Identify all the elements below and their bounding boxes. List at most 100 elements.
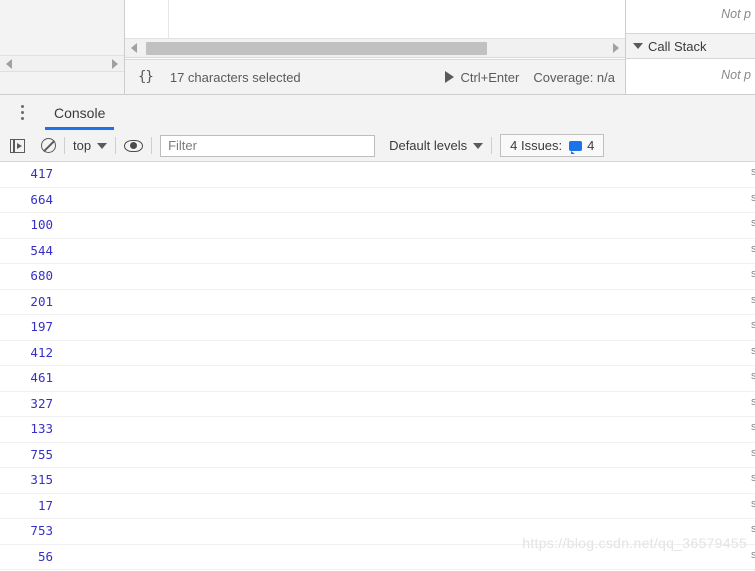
console-message-value: 461 [30, 370, 53, 385]
console-message-source-link[interactable]: s [751, 421, 755, 433]
code-line[interactable]: 39for(let i=0;i<19;i++) console.log(rand… [125, 19, 625, 38]
code-line[interactable]: 38 [125, 0, 625, 19]
devtools-top-region: 38 39for(let i=0;i<19;i++) console.log(r… [0, 0, 755, 94]
console-message-row[interactable]: 461 s [0, 366, 755, 392]
log-levels-selector[interactable]: Default levels [389, 138, 484, 153]
console-message-source-link[interactable]: s [751, 447, 755, 459]
console-message-row[interactable]: 197 s [0, 315, 755, 341]
console-message-source-link[interactable]: s [751, 319, 755, 331]
console-message-value: 56 [37, 548, 53, 564]
console-message-row[interactable]: 664 s [0, 188, 755, 213]
execution-context-selector[interactable]: top [73, 138, 108, 153]
console-message-row[interactable]: 56 s [0, 545, 755, 570]
console-message-value: 197 [30, 319, 53, 334]
editor-status-bar: {} 17 characters selected Ctrl+Enter Cov… [125, 59, 625, 94]
call-stack-section-header[interactable]: Call Stack [626, 33, 755, 59]
console-message-source-link[interactable]: s [751, 166, 755, 178]
console-message-value: 201 [30, 293, 53, 309]
live-expression-eye-icon[interactable] [124, 139, 144, 152]
debugger-sidebar: Not p Call Stack Not p [626, 0, 755, 94]
run-shortcut-label: Ctrl+Enter [460, 69, 520, 85]
console-message-value: 100 [30, 217, 53, 232]
console-message-value: 755 [30, 446, 53, 462]
gutter-separator [168, 0, 169, 19]
navigator-horizontal-scrollbar[interactable] [0, 55, 124, 72]
toolbar-divider [64, 137, 65, 154]
console-message-source-link[interactable]: s [751, 498, 755, 510]
dot [20, 111, 24, 114]
scroll-right-arrow-icon[interactable] [613, 43, 619, 53]
console-message-row[interactable]: 133 s [0, 417, 755, 443]
console-message-value: 417 [30, 166, 53, 181]
console-message-row[interactable]: 417 s [0, 162, 755, 188]
console-toolbar: top Default levels 4 Issues: 4 [0, 130, 755, 162]
pretty-print-icon[interactable]: {} [138, 69, 154, 85]
console-message-source-link[interactable]: s [751, 243, 755, 255]
console-message-value: 17 [37, 497, 53, 513]
selection-status-text: 17 characters selected [169, 69, 301, 85]
not-paused-message-bottom: Not p [721, 68, 751, 82]
issues-button[interactable]: 4 Issues: 4 [500, 134, 605, 157]
console-message-value: 412 [30, 344, 53, 360]
console-message-source-link[interactable]: s [751, 549, 755, 561]
console-message-source-link[interactable]: s [751, 294, 755, 306]
scroll-left-arrow-icon[interactable] [131, 43, 137, 53]
issues-count: 4 [587, 138, 595, 153]
log-levels-label: Default levels [389, 138, 468, 153]
tab-console[interactable]: Console [45, 95, 115, 130]
console-message-source-link[interactable]: s [751, 345, 755, 357]
console-message-value: 753 [30, 523, 53, 538]
console-message-source-link[interactable]: s [751, 472, 755, 484]
console-message-source-link[interactable]: s [751, 370, 755, 382]
chevron-down-icon [97, 142, 108, 149]
toolbar-divider [491, 137, 493, 154]
dot [20, 117, 24, 120]
console-message-value: 664 [30, 191, 53, 207]
console-message-source-link[interactable]: s [751, 396, 755, 408]
code-editor-area[interactable]: 38 39for(let i=0;i<19;i++) console.log(r… [125, 0, 625, 38]
console-message-row[interactable]: 201 s [0, 290, 755, 315]
console-message-row[interactable]: 753 s [0, 519, 755, 545]
console-message-value: 327 [30, 395, 53, 411]
coverage-label: Coverage: n/a [533, 69, 615, 85]
code-editor-pane: 38 39for(let i=0;i<19;i++) console.log(r… [125, 0, 626, 94]
console-sidebar-toggle-icon[interactable] [10, 138, 25, 153]
clear-console-icon[interactable] [41, 138, 56, 153]
console-message-source-link[interactable]: s [751, 217, 755, 229]
console-message-value: 680 [30, 268, 53, 283]
console-message-row[interactable]: 755 s [0, 443, 755, 468]
issues-badge-icon [569, 140, 583, 154]
scrollbar-thumb[interactable] [146, 42, 487, 55]
execution-context-label: top [73, 138, 92, 153]
navigator-pane [0, 0, 125, 94]
toolbar-divider [151, 137, 153, 154]
tab-console-label: Console [54, 104, 106, 121]
chevron-down-icon[interactable] [633, 43, 643, 49]
more-options-icon[interactable] [12, 105, 32, 120]
console-message-row[interactable]: 100 s [0, 213, 755, 239]
run-snippet-group: Ctrl+Enter Coverage: n/a [445, 70, 615, 85]
scroll-right-arrow-icon[interactable] [112, 58, 118, 69]
dot [20, 105, 24, 108]
console-message-row[interactable]: 327 s [0, 392, 755, 417]
editor-horizontal-scrollbar[interactable] [125, 38, 625, 58]
drawer-tab-bar: Console [0, 94, 755, 130]
play-icon[interactable] [445, 71, 455, 83]
console-message-source-link[interactable]: s [751, 523, 755, 535]
console-message-list[interactable]: 417 s 664 s 100 s 544 s 680 s 201 s 197 s 412 s 461 s 327 s… [0, 162, 755, 571]
console-message-value: 544 [30, 242, 53, 258]
scroll-left-arrow-icon[interactable] [6, 58, 12, 69]
console-message-source-link[interactable]: s [751, 268, 755, 280]
call-stack-title: Call Stack [648, 38, 707, 54]
not-paused-message-top: Not p [721, 7, 751, 21]
console-message-value: 315 [30, 472, 53, 487]
console-message-row[interactable]: 315 s [0, 468, 755, 494]
console-message-row[interactable]: 544 s [0, 239, 755, 264]
gutter-separator [168, 19, 169, 38]
console-message-row[interactable]: 412 s [0, 341, 755, 366]
console-message-value: 133 [30, 421, 53, 436]
console-message-row[interactable]: 17 s [0, 494, 755, 519]
console-message-row[interactable]: 680 s [0, 264, 755, 290]
filter-input[interactable] [160, 134, 376, 157]
console-message-source-link[interactable]: s [751, 192, 755, 204]
